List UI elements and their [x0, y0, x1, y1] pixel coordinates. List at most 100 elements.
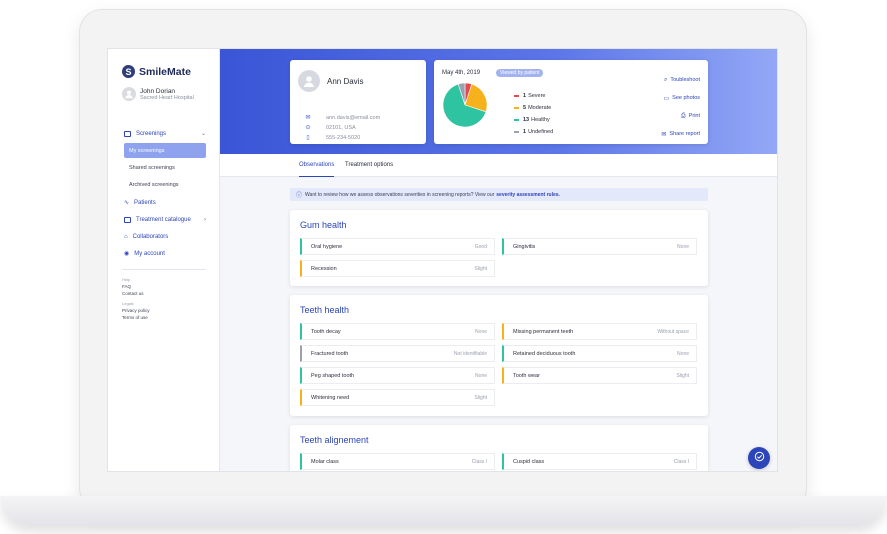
- observation-value: Not identifiable: [453, 350, 487, 357]
- patient-address-row: ⊙ 02101, USA: [304, 124, 419, 132]
- section-title: Teeth health: [300, 305, 350, 315]
- observation-value: Without space: [657, 328, 689, 335]
- report-tabs: Observations Treatment options: [220, 154, 777, 177]
- report-actions: ⌕ Toubleshoot ▭ See photos ⎙ Print ✉ Sha…: [661, 71, 700, 143]
- user-hospital: Sacred Heart Hospital: [140, 94, 194, 101]
- sidebar-item-label: Patients: [134, 199, 156, 206]
- observation-row[interactable]: Peg shaped tooth None: [300, 367, 495, 384]
- patient-phone: 555-234-5020: [326, 134, 361, 141]
- observation-row[interactable]: Recession Slight: [300, 260, 495, 277]
- legend-label: Severe: [528, 93, 546, 99]
- legend-item: 5 Moderate: [514, 102, 553, 114]
- legend-item: 1 Undefined: [514, 126, 553, 138]
- logo[interactable]: S SmileMate: [122, 65, 191, 78]
- observation-label: Recession: [311, 265, 337, 272]
- footer-link-faq[interactable]: FAQ: [122, 284, 150, 289]
- patient-address: 02101, USA: [326, 124, 356, 131]
- sidebar-subitem-shared-screenings[interactable]: Shared screenings: [124, 160, 206, 175]
- legend-count: 1: [523, 129, 527, 135]
- observation-label: Oral hygiene: [311, 243, 343, 250]
- info-banner: ⓘ Want to review how we assess observati…: [290, 188, 708, 201]
- pulse-icon: ∿: [124, 200, 130, 206]
- legend-item: 13 Healthy: [514, 114, 553, 126]
- legend-swatch: [514, 119, 519, 121]
- sidebar-footer: Help FAQ Contact us Legals Privacy polic…: [122, 275, 150, 320]
- see-photos-button[interactable]: ▭ See photos: [661, 89, 701, 107]
- tab-treatment-options[interactable]: Treatment options: [345, 154, 393, 177]
- printer-icon: ⎙: [680, 112, 686, 119]
- chat-button[interactable]: [748, 447, 770, 469]
- sidebar-item-treatment-catalogue[interactable]: Treatment catalogue ›: [108, 211, 220, 228]
- observation-value: Class I: [673, 458, 689, 465]
- observation-row[interactable]: Molar class Class I: [300, 453, 495, 470]
- help-heading: Help: [122, 277, 131, 282]
- report-header: Ann Davis ✉ ann.davis@email.com ⊙ 02101,…: [220, 49, 777, 154]
- observation-label: Whitening need: [311, 394, 350, 401]
- building-icon: ⌂: [124, 233, 128, 240]
- legals-heading: Legals: [122, 301, 134, 306]
- observation-row[interactable]: Missing permanent teeth Without space: [502, 323, 697, 340]
- legend-swatch: [514, 95, 519, 97]
- viewed-badge: Viewed by patient: [496, 69, 544, 77]
- sidebar-item-collaborators[interactable]: ⌂ Collaborators: [108, 228, 220, 245]
- nav-divider: [122, 269, 206, 270]
- chevron-down-icon: ⌄: [200, 131, 206, 137]
- observation-value: None: [475, 372, 487, 379]
- observation-row[interactable]: Tooth wear Slight: [502, 367, 697, 384]
- patient-name: Ann Davis: [327, 77, 364, 86]
- report-date: May 4th, 2019: [442, 70, 481, 76]
- account-icon: ◉: [124, 251, 130, 257]
- sidebar: S SmileMate John Dorian Sacred Heart Hos…: [108, 49, 220, 471]
- sidebar-item-patients[interactable]: ∿ Patients: [108, 194, 220, 211]
- print-button[interactable]: ⎙ Print: [661, 107, 700, 125]
- sidebar-item-label: Collaborators: [132, 233, 169, 240]
- tab-observations[interactable]: Observations: [299, 154, 335, 177]
- sidebar-nav: Screenings ⌄ My screenings Shared screen…: [108, 125, 220, 277]
- info-text: Want to review how we assess observation…: [305, 191, 495, 198]
- observation-value: Class I: [471, 458, 487, 465]
- share-report-button[interactable]: ✉ Share report: [661, 125, 700, 143]
- location-pin-icon: ⊙: [305, 125, 311, 131]
- mail-icon: ✉: [305, 115, 311, 121]
- observation-row[interactable]: Fractured tooth Not identifiable: [300, 345, 495, 362]
- pie-legend: 1 Severe 5 Moderate 13 Healthy 1 Undefined: [514, 90, 553, 138]
- footer-link-contact[interactable]: Contact us: [122, 291, 150, 296]
- section-teeth-alignement: Teeth alignement Molar class Class I Cuspi…: [290, 425, 708, 471]
- observation-row[interactable]: Oral hygiene Good: [300, 238, 495, 255]
- user-name: John Dorian: [140, 87, 176, 95]
- sidebar-item-my-account[interactable]: ◉ My account: [108, 245, 220, 262]
- observation-label: Peg shaped tooth: [311, 372, 355, 379]
- observation-label: Cuspid class: [513, 458, 545, 465]
- observation-label: Tooth wear: [513, 372, 540, 379]
- sidebar-item-screenings[interactable]: Screenings ⌄: [108, 125, 220, 142]
- observation-row[interactable]: Cuspid class Class I: [502, 453, 697, 470]
- observation-value: Good: [474, 243, 487, 250]
- observation-label: Retained deciduous tooth: [513, 350, 576, 357]
- logo-mark-icon: S: [122, 65, 135, 78]
- observation-label: Missing permanent teeth: [513, 328, 574, 335]
- sidebar-subitem-my-screenings[interactable]: My screenings: [124, 143, 206, 158]
- observation-value: None: [677, 243, 689, 250]
- chat-icon: [754, 449, 765, 467]
- report-summary-card: May 4th, 2019 Viewed by patient 1 Severe 5…: [434, 60, 708, 144]
- sidebar-subitem-archived-screenings[interactable]: Archived screenings: [124, 177, 206, 192]
- action-label: See photos: [672, 95, 700, 101]
- logo-text: SmileMate: [139, 65, 191, 78]
- legend-label: Healthy: [531, 117, 550, 123]
- user-profile[interactable]: John Dorian Sacred Heart Hospital: [122, 87, 194, 101]
- severity-rules-link[interactable]: severity assessment rules.: [496, 192, 560, 198]
- observation-row[interactable]: Retained deciduous tooth None: [502, 345, 697, 362]
- section-title: Teeth alignement: [300, 435, 369, 445]
- section-title: Gum health: [300, 220, 347, 230]
- troubleshoot-button[interactable]: ⌕ Toubleshoot: [661, 71, 700, 89]
- footer-link-terms[interactable]: Terms of use: [122, 315, 150, 320]
- observation-value: Slight: [676, 372, 689, 379]
- observation-row[interactable]: Gingivitis None: [502, 238, 697, 255]
- observation-row[interactable]: Whitening need Slight: [300, 389, 495, 406]
- observation-label: Fractured tooth: [311, 350, 349, 357]
- legend-count: 13: [523, 117, 530, 123]
- sidebar-item-label: My account: [134, 250, 165, 257]
- observation-row[interactable]: Tooth decay None: [300, 323, 495, 340]
- patient-email-row: ✉ ann.davis@email.com: [304, 114, 419, 122]
- footer-link-privacy[interactable]: Privacy policy: [122, 308, 150, 313]
